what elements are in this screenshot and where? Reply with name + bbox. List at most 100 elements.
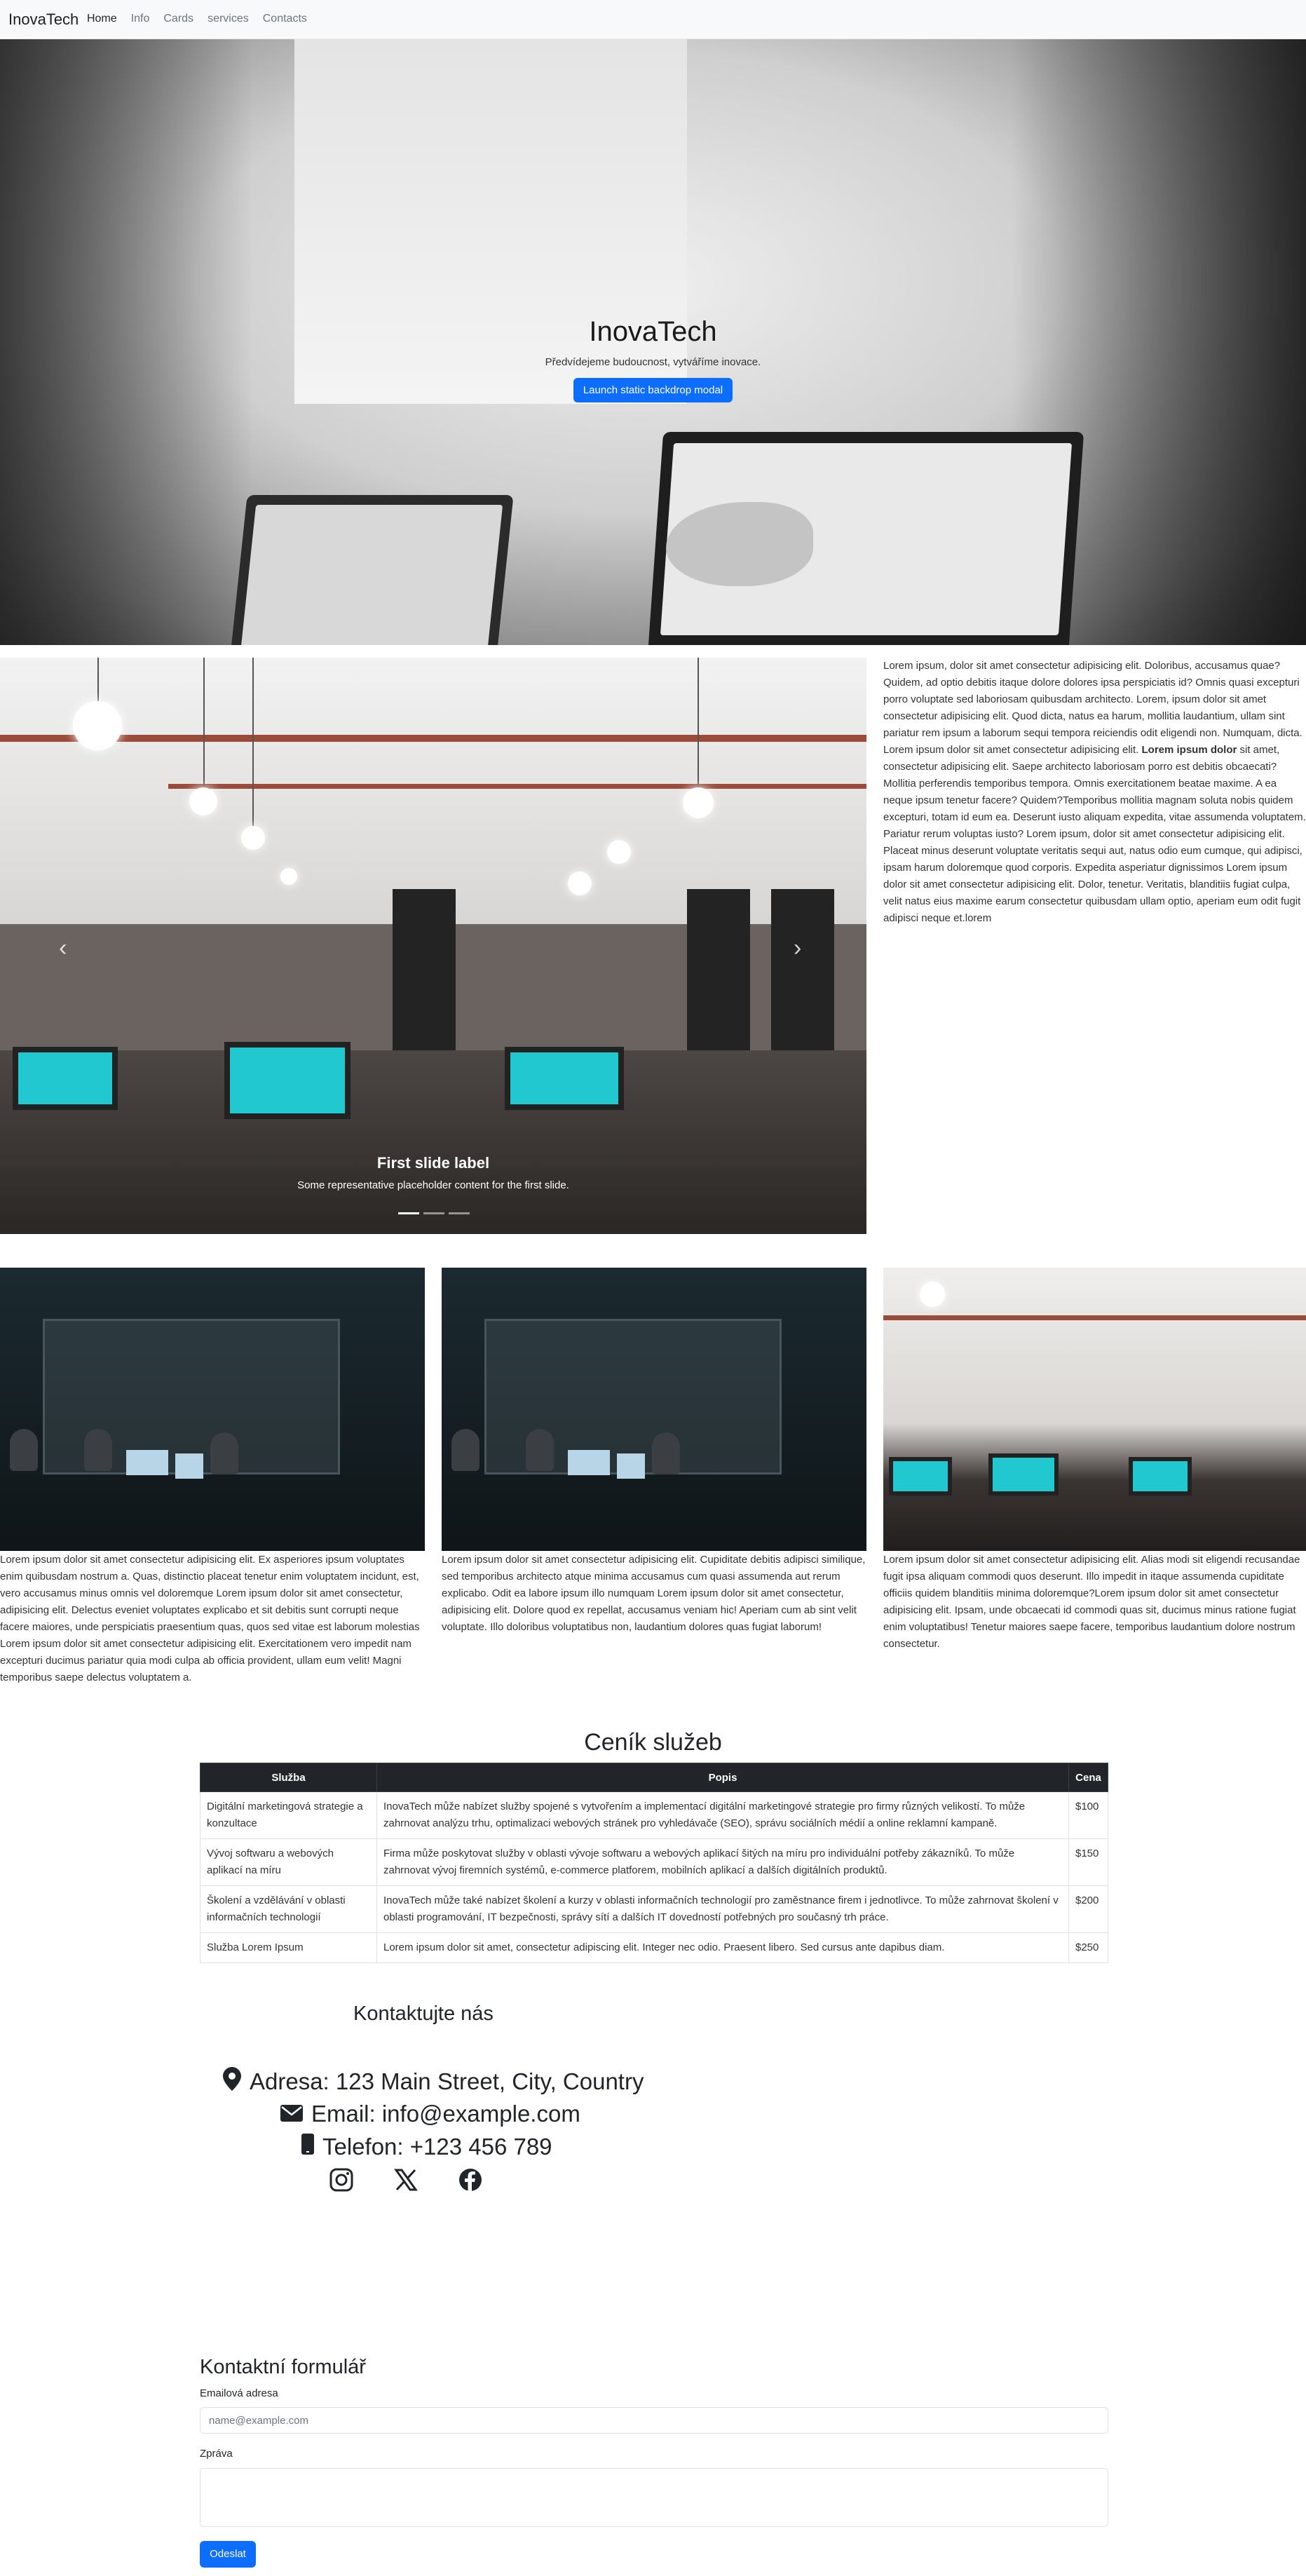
hero-caption: InovaTech Předvídejeme budoucnost, vytvá… bbox=[0, 316, 1306, 402]
service-name: Služba Lorem Ipsum bbox=[200, 1932, 377, 1963]
instagram-icon[interactable] bbox=[329, 2168, 353, 2192]
carousel-indicator[interactable] bbox=[423, 1212, 444, 1214]
laptop-glow bbox=[617, 1453, 645, 1479]
ceiling-pipe bbox=[0, 735, 866, 742]
chevron-left-icon[interactable]: ‹ bbox=[59, 935, 67, 962]
laptop-glow bbox=[175, 1453, 203, 1479]
column-header-service: Služba bbox=[200, 1763, 377, 1792]
intro-text-part: sit amet, consectetur adipisicing elit. … bbox=[883, 744, 1306, 924]
ceiling-pipe bbox=[168, 784, 866, 789]
lamp-wire bbox=[97, 658, 99, 707]
laptop-glow bbox=[568, 1450, 610, 1475]
office-monitor bbox=[988, 1453, 1059, 1496]
hero-banner: InovaTech Předvídejeme budoucnost, vytvá… bbox=[0, 39, 1306, 645]
chevron-right-icon[interactable]: › bbox=[794, 935, 801, 962]
x-icon[interactable] bbox=[394, 2168, 418, 2192]
office-monitor bbox=[224, 1042, 351, 1119]
carousel-ceiling bbox=[0, 658, 866, 924]
navbar: InovaTech Home Info Cards services Conta… bbox=[0, 0, 1306, 39]
contact-phone: Telefon: +123 456 789 bbox=[301, 2134, 552, 2160]
carousel-floor bbox=[0, 1050, 866, 1234]
carousel-indicator[interactable] bbox=[449, 1212, 470, 1214]
contact-address-text: Adresa: 123 Main Street, City, Country bbox=[250, 2068, 644, 2094]
lamp-wire bbox=[203, 658, 205, 791]
service-description: Firma může poskytovat služby v oblasti v… bbox=[376, 1838, 1069, 1886]
card-image-3 bbox=[883, 1268, 1306, 1551]
email-label: Emailová adresa bbox=[200, 2387, 278, 2399]
contact-address: Adresa: 123 Main Street, City, Country bbox=[223, 2067, 644, 2096]
carousel-caption: First slide label Some representative pl… bbox=[0, 1154, 866, 1191]
person bbox=[210, 1432, 238, 1475]
carousel-slide-caption: Some representative placeholder content … bbox=[297, 1179, 569, 1191]
launch-modal-button[interactable]: Launch static backdrop modal bbox=[573, 378, 733, 402]
form-title: Kontaktní formulář bbox=[200, 2356, 366, 2378]
column-header-price: Cena bbox=[1068, 1763, 1108, 1792]
image-carousel: ‹ › First slide label Some representativ… bbox=[0, 658, 866, 1234]
service-price: $100 bbox=[1068, 1791, 1108, 1839]
envelope-icon bbox=[280, 2101, 303, 2127]
contact-email: Email: info@example.com bbox=[280, 2101, 580, 2127]
hero-title: InovaTech bbox=[589, 316, 717, 347]
hero-laptop-left bbox=[229, 495, 514, 645]
carousel-window bbox=[393, 889, 456, 1064]
email-field[interactable]: name@example.com bbox=[200, 2407, 1108, 2434]
service-name: Vývoj softwaru a webových aplikací na mí… bbox=[200, 1838, 377, 1886]
carousel-indicators bbox=[398, 1212, 470, 1214]
lamp-bulb bbox=[73, 701, 122, 750]
carousel-slide-label: First slide label bbox=[376, 1154, 490, 1172]
lamp-bulb bbox=[241, 826, 265, 850]
nav-link-contacts[interactable]: Contacts bbox=[263, 13, 307, 25]
service-description: Lorem ipsum dolor sit amet, consectetur … bbox=[376, 1932, 1069, 1963]
person bbox=[451, 1429, 479, 1471]
lamp-bulb bbox=[920, 1282, 945, 1307]
nav-link-cards[interactable]: Cards bbox=[163, 13, 193, 25]
carousel-window bbox=[687, 889, 750, 1064]
card-image-2 bbox=[442, 1268, 866, 1551]
card-image-1 bbox=[0, 1268, 425, 1551]
social-links bbox=[329, 2168, 482, 2192]
message-label: Zpráva bbox=[200, 2448, 233, 2460]
phone-icon bbox=[301, 2134, 314, 2160]
service-price: $200 bbox=[1068, 1885, 1108, 1933]
lamp-bulb bbox=[189, 787, 217, 815]
office-monitor bbox=[505, 1047, 624, 1110]
carousel-indicator[interactable] bbox=[398, 1212, 419, 1214]
card-text-3: Lorem ipsum dolor sit amet consectetur a… bbox=[883, 1554, 1300, 1650]
brand-logo[interactable]: InovaTech bbox=[8, 11, 79, 29]
table-row: Vývoj softwaru a webových aplikací na mí… bbox=[200, 1838, 1108, 1886]
intro-text-part: Lorem ipsum, dolor sit amet consectetur … bbox=[883, 660, 1302, 756]
service-description: InovaTech může nabízet služby spojené s … bbox=[376, 1791, 1069, 1839]
office-monitor bbox=[1129, 1457, 1192, 1496]
contact-email-text[interactable]: Email: info@example.com bbox=[311, 2101, 580, 2127]
contact-phone-text[interactable]: Telefon: +123 456 789 bbox=[322, 2134, 552, 2160]
person bbox=[84, 1429, 112, 1471]
nav-link-info[interactable]: Info bbox=[131, 13, 150, 25]
table-row: Školení a vzdělávání v oblasti informačn… bbox=[200, 1885, 1108, 1933]
lamp-wire bbox=[252, 658, 254, 826]
ceiling-pipe bbox=[883, 1315, 1306, 1320]
card-text-1: Lorem ipsum dolor sit amet consectetur a… bbox=[0, 1554, 420, 1683]
person bbox=[526, 1429, 554, 1471]
hero-subtitle: Předvídejeme budoucnost, vytváříme inova… bbox=[545, 356, 761, 368]
service-price: $150 bbox=[1068, 1838, 1108, 1886]
lamp-wire bbox=[698, 658, 699, 791]
service-price: $250 bbox=[1068, 1932, 1108, 1963]
table-row: Služba Lorem Ipsum Lorem ipsum dolor sit… bbox=[200, 1932, 1108, 1963]
facebook-icon[interactable] bbox=[458, 2168, 482, 2192]
lamp-bulb bbox=[568, 872, 592, 895]
table-header-row: Služba Popis Cena bbox=[200, 1763, 1108, 1792]
person bbox=[10, 1429, 38, 1471]
nav-link-services[interactable]: services bbox=[208, 13, 249, 25]
service-description: InovaTech může také nabízet školení a ku… bbox=[376, 1885, 1069, 1933]
table-row: Digitální marketingová strategie a konzu… bbox=[200, 1791, 1108, 1839]
intro-text: Lorem ipsum, dolor sit amet consectetur … bbox=[883, 658, 1306, 927]
contact-title: Kontaktujte nás bbox=[353, 2002, 494, 2025]
office-monitor bbox=[889, 1457, 952, 1496]
map-pin-icon bbox=[223, 2067, 241, 2096]
nav-link-home[interactable]: Home bbox=[87, 13, 117, 25]
submit-button[interactable]: Odeslat bbox=[200, 2541, 256, 2568]
card-text-2: Lorem ipsum dolor sit amet consectetur a… bbox=[442, 1554, 866, 1633]
laptop-glow bbox=[126, 1450, 168, 1475]
message-textarea[interactable] bbox=[200, 2468, 1108, 2527]
pricing-table: Služba Popis Cena Digitální marketingová… bbox=[200, 1763, 1108, 1963]
